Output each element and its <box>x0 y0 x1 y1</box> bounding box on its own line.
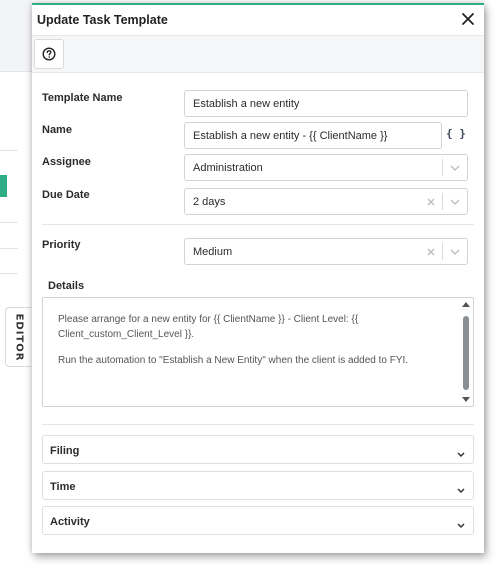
priority-label: Priority <box>42 239 81 251</box>
background-divider <box>0 222 18 223</box>
dialog-header: Update Task Template <box>32 5 484 35</box>
scroll-down-icon[interactable] <box>462 397 470 402</box>
due-date-select[interactable]: 2 days <box>184 188 468 215</box>
scroll-up-icon[interactable] <box>462 302 470 307</box>
scrollbar-thumb[interactable] <box>463 316 469 390</box>
name-label: Name <box>42 124 72 136</box>
form-divider <box>42 224 474 225</box>
name-input[interactable] <box>184 122 442 149</box>
due-date-value: 2 days <box>193 195 226 208</box>
background-divider <box>0 248 18 249</box>
time-section-label: Time <box>50 481 76 493</box>
editor-tab-label: EDITOR <box>13 313 24 361</box>
chevron-down-icon <box>457 481 465 499</box>
priority-select[interactable]: Medium <box>184 238 468 265</box>
form-divider <box>42 424 474 425</box>
activity-section[interactable]: Activity <box>42 506 474 535</box>
template-name-label: Template Name <box>42 92 123 104</box>
close-icon <box>462 13 474 25</box>
details-paragraph: Run the automation to "Establish a New E… <box>58 355 409 366</box>
chevron-down-icon[interactable] <box>443 165 467 171</box>
assignee-label: Assignee <box>42 156 91 168</box>
clear-icon[interactable] <box>420 248 442 256</box>
background-divider <box>0 150 18 151</box>
assignee-select[interactable]: Administration <box>184 154 468 181</box>
details-scrollbar[interactable] <box>460 299 472 405</box>
clear-icon[interactable] <box>420 198 442 206</box>
details-content: Please arrange for a new entity for {{ C… <box>58 312 448 379</box>
chevron-down-icon[interactable] <box>443 199 467 205</box>
insert-variable-button[interactable]: { } <box>446 127 466 140</box>
question-circle-icon <box>42 47 56 61</box>
update-task-template-dialog: Update Task Template Template Name Name … <box>32 3 484 553</box>
activity-section-label: Activity <box>50 516 90 528</box>
assignee-value: Administration <box>193 161 263 174</box>
help-button[interactable] <box>34 39 64 69</box>
chevron-down-icon <box>457 516 465 534</box>
filing-section[interactable]: Filing <box>42 435 474 464</box>
background-app-strip <box>0 0 32 558</box>
details-paragraph: Please arrange for a new entity for {{ C… <box>58 314 359 340</box>
chevron-down-icon <box>457 445 465 463</box>
chevron-down-icon[interactable] <box>443 249 467 255</box>
template-name-input[interactable] <box>184 90 468 117</box>
details-textarea[interactable]: Please arrange for a new entity for {{ C… <box>42 297 474 407</box>
background-topbar <box>0 0 32 72</box>
close-button[interactable] <box>458 9 478 29</box>
time-section[interactable]: Time <box>42 471 474 500</box>
details-label: Details <box>48 280 85 292</box>
due-date-label: Due Date <box>42 189 90 201</box>
background-active-indicator <box>0 175 7 197</box>
filing-section-label: Filing <box>50 445 80 457</box>
dialog-toolbar <box>32 35 484 73</box>
editor-tab[interactable]: EDITOR <box>5 307 31 367</box>
background-divider <box>0 273 18 274</box>
priority-value: Medium <box>193 245 233 258</box>
dialog-title: Update Task Template <box>37 13 168 27</box>
